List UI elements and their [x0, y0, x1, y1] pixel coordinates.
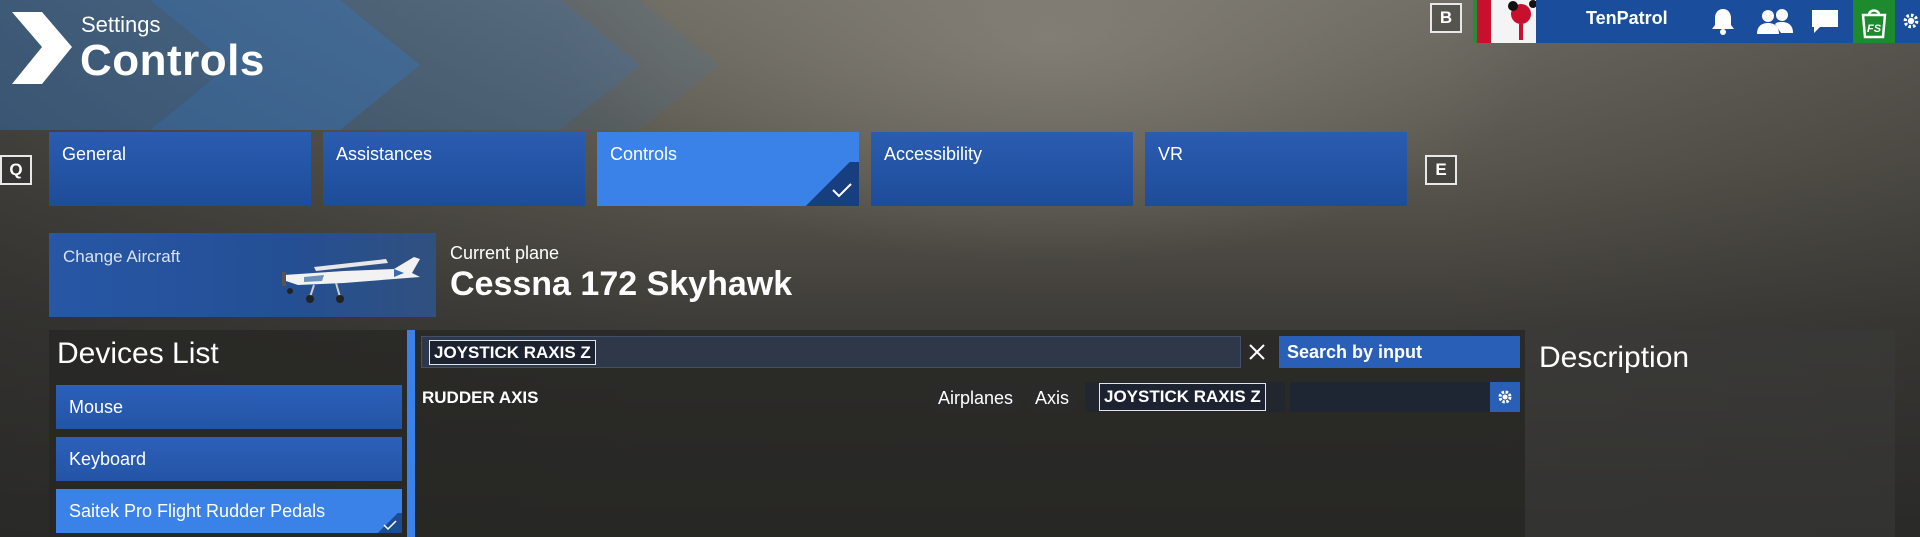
- tab-label: General: [62, 144, 127, 164]
- tab-label: Controls: [610, 144, 678, 164]
- tab-general[interactable]: General: [49, 132, 311, 206]
- prev-tab-key-hint[interactable]: Q: [0, 155, 32, 185]
- gear-icon: [1498, 390, 1512, 404]
- header-subtitle: Settings: [81, 12, 161, 37]
- binding-category-chip: Airplanes: [932, 382, 1020, 412]
- tab-label: Assistances: [336, 144, 433, 164]
- device-item-keyboard[interactable]: Keyboard: [56, 437, 402, 481]
- device-label: Saitek Pro Flight Rudder Pedals: [69, 501, 326, 521]
- check-icon: [383, 520, 397, 531]
- tab-label: Accessibility: [884, 144, 983, 164]
- close-icon[interactable]: [1246, 341, 1268, 363]
- binding-name[interactable]: RUDDER AXIS: [422, 388, 539, 408]
- username[interactable]: TenPatrol: [1586, 8, 1668, 29]
- change-aircraft-label: Change Aircraft: [63, 247, 181, 266]
- device-item-rudder-pedals[interactable]: Saitek Pro Flight Rudder Pedals: [56, 489, 402, 533]
- binding-type-chip: Axis: [1029, 382, 1076, 412]
- current-plane-label: Current plane: [450, 243, 560, 263]
- tab-controls[interactable]: Controls: [597, 132, 859, 206]
- binding-settings-button[interactable]: [1490, 382, 1520, 412]
- tab-label: VR: [1158, 144, 1184, 164]
- next-tab-key-hint[interactable]: E: [1425, 155, 1457, 185]
- bindings-accent-bar: [407, 330, 415, 537]
- profile-divider: [1536, 0, 1576, 43]
- devices-title: Devices List: [57, 337, 219, 370]
- settings-icon[interactable]: [1902, 4, 1920, 38]
- chat-icon[interactable]: [1808, 4, 1842, 38]
- tab-assistances[interactable]: Assistances: [323, 132, 585, 206]
- aircraft-image: [282, 257, 420, 303]
- device-item-mouse[interactable]: Mouse: [56, 385, 402, 429]
- device-label: Mouse: [69, 397, 124, 417]
- tab-vr[interactable]: VR: [1145, 132, 1407, 206]
- bell-icon[interactable]: [1706, 4, 1740, 38]
- current-plane-name: Cessna 172 Skyhawk: [450, 265, 793, 303]
- search-query-tag[interactable]: JOYSTICK RAXIS Z: [429, 340, 596, 365]
- binding-secondary-slot[interactable]: [1290, 382, 1490, 412]
- friends-icon[interactable]: [1754, 4, 1796, 38]
- tab-accessibility[interactable]: Accessibility: [871, 132, 1133, 206]
- back-key-hint[interactable]: B: [1430, 3, 1462, 33]
- device-label: Keyboard: [69, 449, 147, 469]
- search-by-input-button[interactable]: Search by input: [1279, 336, 1520, 368]
- binding-input-tag[interactable]: JOYSTICK RAXIS Z: [1099, 383, 1266, 411]
- avatar[interactable]: [1473, 0, 1541, 43]
- page-title: Controls: [80, 36, 265, 85]
- change-aircraft-button[interactable]: Change Aircraft: [49, 233, 436, 317]
- check-icon: [832, 183, 852, 198]
- shop-label: FS: [1867, 23, 1882, 35]
- description-title: Description: [1539, 341, 1690, 374]
- marketplace-icon[interactable]: FS: [1853, 0, 1895, 43]
